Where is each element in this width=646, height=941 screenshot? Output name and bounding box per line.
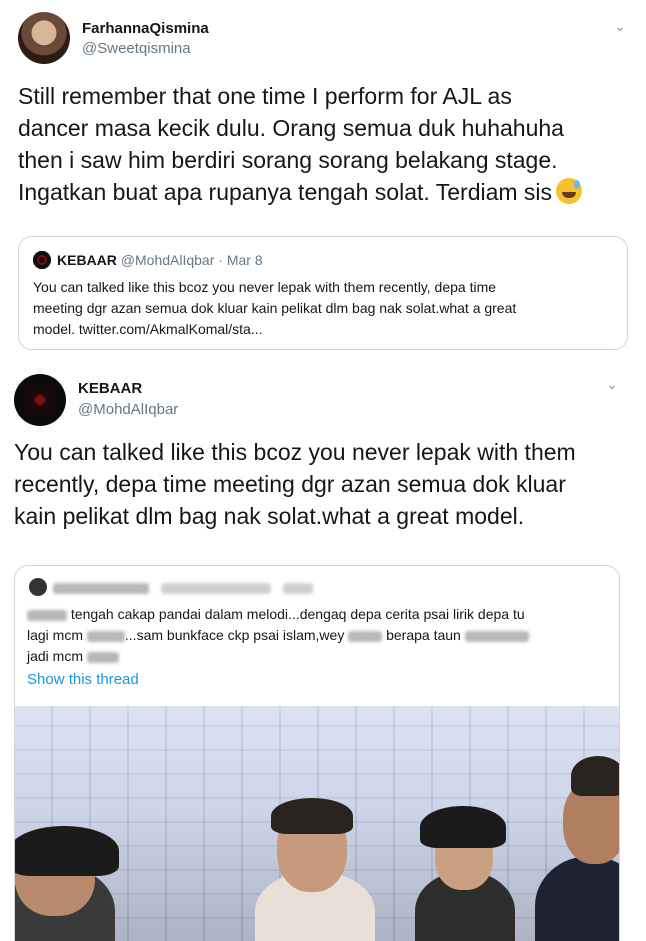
quoted-tweet-header-blurred bbox=[29, 578, 313, 596]
quoted-tweet-text: tengah cakap pandai dalam melodi...denga… bbox=[27, 604, 611, 667]
redacted-text bbox=[348, 630, 383, 642]
tweet-text-line: then i saw him berdiri sorang sorang bel… bbox=[18, 147, 558, 173]
avatar[interactable] bbox=[18, 12, 70, 64]
tweet-card[interactable]: FarhannaQismina @Sweetqismina ⌄ Still re… bbox=[0, 0, 646, 359]
quoted-text-line: tengah cakap pandai dalam melodi...denga… bbox=[27, 604, 611, 625]
chevron-down-icon[interactable]: ⌄ bbox=[610, 16, 630, 36]
redacted-text bbox=[86, 651, 119, 663]
quoted-media-image[interactable] bbox=[15, 706, 619, 941]
quoted-text-segment: ...sam bunkface ckp psai islam,wey bbox=[124, 627, 345, 643]
user-handle[interactable]: @MohdAlIqbar bbox=[78, 401, 178, 418]
tweet-text-line: You can talked like this bcoz you never … bbox=[14, 439, 576, 465]
tweet-text-line: dancer masa kecik dulu. Orang semua duk … bbox=[18, 115, 564, 141]
redacted-text bbox=[464, 630, 529, 642]
chevron-down-icon[interactable]: ⌄ bbox=[602, 374, 622, 394]
user-handle[interactable]: @Sweetqismina bbox=[82, 40, 191, 57]
quoted-text-line: meeting dgr azan semua dok kluar kain pe… bbox=[33, 300, 517, 316]
quoted-tweet-text: You can talked like this bcoz you never … bbox=[33, 277, 617, 340]
tweet-text-line: Still remember that one time I perform f… bbox=[18, 83, 512, 109]
display-name[interactable]: FarhannaQismina bbox=[82, 20, 209, 37]
quoted-date: Mar 8 bbox=[226, 252, 263, 268]
quoted-text-line: You can talked like this bcoz you never … bbox=[33, 279, 497, 295]
person-hair bbox=[571, 756, 619, 796]
quoted-display-name: KEBAAR bbox=[57, 252, 117, 268]
avatar[interactable] bbox=[14, 374, 66, 426]
quoted-text-segment: tengah cakap pandai dalam melodi...denga… bbox=[70, 606, 525, 622]
quoted-text-segment: lagi mcm bbox=[27, 627, 84, 643]
redacted-text bbox=[27, 609, 67, 621]
tweet-text-segment: Ingatkan buat apa rupanya tengah solat. … bbox=[18, 179, 553, 205]
tweet-text-line: kain pelikat dlm bag nak solat.what a gr… bbox=[14, 503, 525, 529]
tweet-text: You can talked like this bcoz you never … bbox=[14, 436, 638, 532]
bucket-hat-shape bbox=[420, 806, 506, 848]
redacted-handle bbox=[160, 582, 271, 594]
quoted-user-handle: @MohdAlIqbar bbox=[120, 252, 215, 268]
quoted-text-line: model. twitter.com/AkmalKomal/sta... bbox=[33, 321, 263, 337]
separator-dot: · bbox=[218, 252, 227, 268]
person-hair bbox=[271, 798, 353, 834]
avatar bbox=[33, 251, 51, 269]
quoted-tweet-header: KEBAAR @MohdAlIqbar · Mar 8 bbox=[33, 251, 263, 269]
quoted-text-segment: berapa taun bbox=[386, 627, 461, 643]
display-name[interactable]: KEBAAR bbox=[78, 380, 142, 397]
redacted-date bbox=[282, 582, 313, 594]
tweet-text: Still remember that one time I perform f… bbox=[18, 80, 638, 208]
quoted-tweet[interactable]: tengah cakap pandai dalam melodi...denga… bbox=[14, 565, 620, 941]
quoted-tweet[interactable]: KEBAAR @MohdAlIqbar · Mar 8 You can talk… bbox=[18, 236, 628, 350]
redacted-name bbox=[53, 582, 149, 594]
quoted-text-segment: jadi mcm bbox=[27, 648, 84, 664]
quoted-text-line: jadi mcm bbox=[27, 646, 611, 667]
avatar bbox=[29, 578, 47, 596]
quoted-text-line: lagi mcm ...sam bunkface ckp psai islam,… bbox=[27, 625, 611, 646]
cap-shape bbox=[15, 826, 119, 876]
tweet-text-line: Ingatkan buat apa rupanya tengah solat. … bbox=[18, 176, 638, 208]
sweat-smile-emoji-icon bbox=[556, 178, 583, 204]
tweet-text-line: recently, depa time meeting dgr azan sem… bbox=[14, 471, 566, 497]
redacted-text bbox=[86, 630, 125, 642]
show-thread-link[interactable]: Show this thread bbox=[27, 671, 139, 688]
